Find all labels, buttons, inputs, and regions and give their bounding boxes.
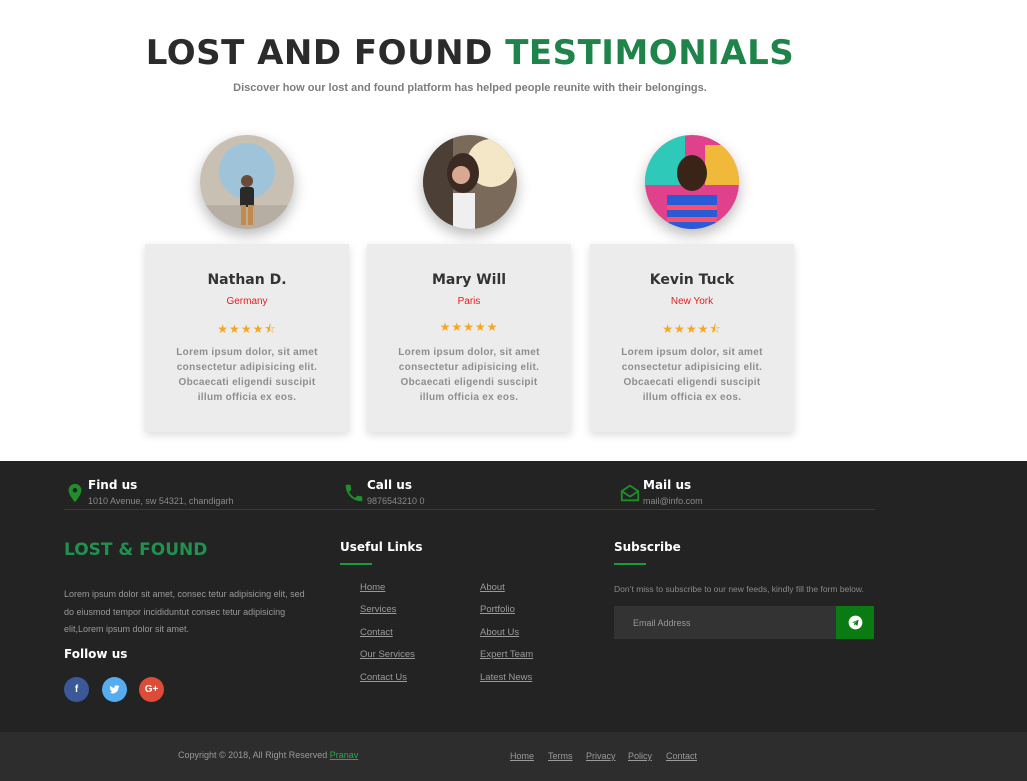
footer-link-about[interactable]: About <box>480 582 505 593</box>
phone-icon <box>345 484 363 502</box>
testimonial-card: Kevin Tuck New York ★★★★⯪ Lorem ipsum do… <box>590 244 794 432</box>
heading-underline <box>614 563 646 565</box>
title-main: LOST AND FOUND <box>145 33 493 73</box>
testimonial-location: Paris <box>457 296 481 307</box>
footer-link-home[interactable]: Home <box>360 582 385 593</box>
telegram-icon <box>848 615 862 630</box>
bottom-link-privacy[interactable]: Privacy <box>586 751 616 761</box>
avatar-nathan-image <box>200 135 294 229</box>
testimonial-text: Lorem ipsum dolor, sit amet consectetur … <box>176 347 318 403</box>
footer-link-contact[interactable]: Contact <box>360 627 393 638</box>
author-link[interactable]: Pranav <box>330 750 359 760</box>
google-plus-button[interactable]: G+ <box>139 677 164 702</box>
testimonial-name: Kevin Tuck <box>649 272 735 288</box>
copyright-text: Copyright © 2018, All Right Reserved Pra… <box>178 750 358 760</box>
google-plus-icon: G+ <box>144 684 159 695</box>
copyright-label: Copyright © 2018, All Right Reserved <box>178 750 330 760</box>
page: LOST AND FOUND TESTIMONIALS Discover how… <box>0 0 1027 781</box>
testimonial-card: Mary Will Paris ★★★★★ Lorem ipsum dolor,… <box>367 244 571 432</box>
footer: Find us 1010 Avenue, sw 54321, chandigar… <box>0 461 1027 732</box>
footer-link-about-us[interactable]: About Us <box>480 627 519 638</box>
testimonial-text: Lorem ipsum dolor, sit amet consectetur … <box>621 347 763 403</box>
subscribe-text: Don’t miss to subscribe to our new feeds… <box>614 584 864 594</box>
twitter-icon <box>109 685 120 694</box>
contact-address: 1010 Avenue, sw 54321, chandigarh <box>88 496 234 506</box>
avatar-kevin-image <box>645 135 739 229</box>
footer-divider <box>64 509 875 510</box>
footer-logo[interactable]: LOST & FOUND <box>64 540 207 560</box>
subscribe-heading: Subscribe <box>614 540 681 554</box>
testimonial-name: Nathan D. <box>207 272 287 288</box>
facebook-icon: f <box>74 684 79 695</box>
testimonial-name: Mary Will <box>431 272 507 288</box>
facebook-button[interactable]: f <box>64 677 89 702</box>
bottom-link-terms[interactable]: Terms <box>548 751 573 761</box>
page-title: LOST AND FOUND TESTIMONIALS <box>0 33 940 73</box>
contact-email: mail@info.com <box>643 496 703 506</box>
footer-about-text: Lorem ipsum dolor sit amet, consec tetur… <box>64 589 305 634</box>
avatar-mary <box>423 135 517 229</box>
useful-links-heading: Useful Links <box>340 540 423 554</box>
footer-link-contact-us[interactable]: Contact Us <box>360 672 407 683</box>
bottom-link-home[interactable]: Home <box>510 751 534 761</box>
testimonial-text: Lorem ipsum dolor, sit amet consectetur … <box>398 347 540 403</box>
avatar-kevin <box>645 135 739 229</box>
testimonial-card: Nathan D. Germany ★★★★⯪ Lorem ipsum dolo… <box>145 244 349 432</box>
contact-title: Call us <box>367 478 412 492</box>
follow-us-heading: Follow us <box>64 647 128 661</box>
twitter-button[interactable] <box>102 677 127 702</box>
testimonials-section: LOST AND FOUND TESTIMONIALS Discover how… <box>0 0 1027 461</box>
contact-title: Find us <box>88 478 138 492</box>
avatar-mary-image <box>423 135 517 229</box>
bottom-link-policy[interactable]: Policy <box>628 751 652 761</box>
footer-link-portfolio[interactable]: Portfolio <box>480 604 515 615</box>
footer-link-latest-news[interactable]: Latest News <box>480 672 532 683</box>
star-rating: ★★★★★ <box>439 320 499 334</box>
contact-phone: 9876543210 0 <box>367 496 425 506</box>
envelope-icon <box>620 484 640 502</box>
footer-link-services[interactable]: Services <box>360 604 396 615</box>
avatar-nathan <box>200 135 294 229</box>
map-marker-icon <box>68 483 82 503</box>
bottom-link-contact[interactable]: Contact <box>666 751 697 761</box>
testimonial-location: Germany <box>226 296 268 307</box>
page-subtitle: Discover how our lost and found platform… <box>233 82 707 94</box>
copyright-bar: Copyright © 2018, All Right Reserved Pra… <box>0 732 1027 781</box>
star-rating: ★★★★⯪ <box>217 322 277 336</box>
footer-link-expert-team[interactable]: Expert Team <box>480 649 533 660</box>
email-field[interactable] <box>614 606 836 639</box>
testimonial-location: New York <box>670 296 714 307</box>
contact-title: Mail us <box>643 478 692 492</box>
star-rating: ★★★★⯪ <box>662 322 722 336</box>
footer-link-our-services[interactable]: Our Services <box>360 649 415 660</box>
heading-underline <box>340 563 372 565</box>
subscribe-button[interactable] <box>836 606 874 639</box>
title-accent: TESTIMONIALS <box>505 33 795 73</box>
